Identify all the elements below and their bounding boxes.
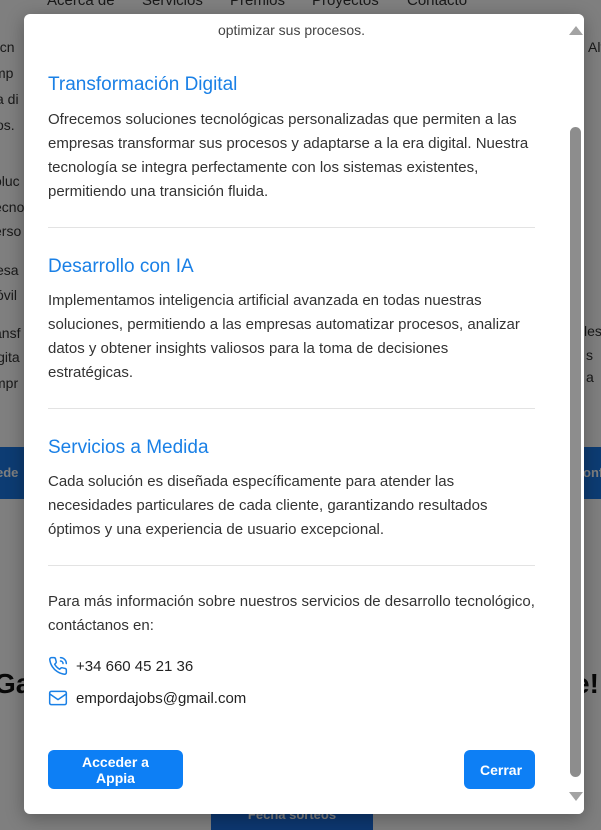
- contact-intro-text: Para más información sobre nuestros serv…: [48, 593, 535, 634]
- contact-phone[interactable]: +34 660 45 21 36: [76, 658, 193, 675]
- section-divider: [48, 227, 535, 228]
- close-button[interactable]: Cerrar: [464, 750, 535, 789]
- contact-email-row[interactable]: empordajobs@gmail.com: [48, 686, 246, 710]
- contact-phone-row[interactable]: +34 660 45 21 36: [48, 654, 193, 678]
- scroll-up-arrow-icon[interactable]: [569, 26, 583, 35]
- section-body-ai-development: Implementamos inteligencia artificial av…: [48, 292, 520, 381]
- section-title-digital-transformation: Transformación Digital: [48, 74, 238, 95]
- services-modal: optimizar sus procesos. Transformación D…: [24, 14, 584, 814]
- section-title-ai-development: Desarrollo con IA: [48, 256, 194, 277]
- modal-scrollbar[interactable]: [567, 14, 584, 814]
- mail-icon: [48, 690, 68, 706]
- contact-email[interactable]: empordajobs@gmail.com: [76, 690, 246, 707]
- section-divider: [48, 408, 535, 409]
- section-divider: [48, 565, 535, 566]
- scroll-down-arrow-icon[interactable]: [569, 792, 583, 801]
- section-body-digital-transformation: Ofrecemos soluciones tecnológicas person…: [48, 111, 529, 200]
- section-title-custom-services: Servicios a Medida: [48, 437, 209, 458]
- access-appia-button[interactable]: Acceder a Appia: [48, 750, 183, 789]
- modal-intro-text: optimizar sus procesos.: [217, 22, 366, 38]
- scrollbar-thumb[interactable]: [570, 127, 581, 777]
- phone-icon: [49, 656, 68, 675]
- section-body-custom-services: Cada solución es diseñada específicament…: [48, 473, 488, 538]
